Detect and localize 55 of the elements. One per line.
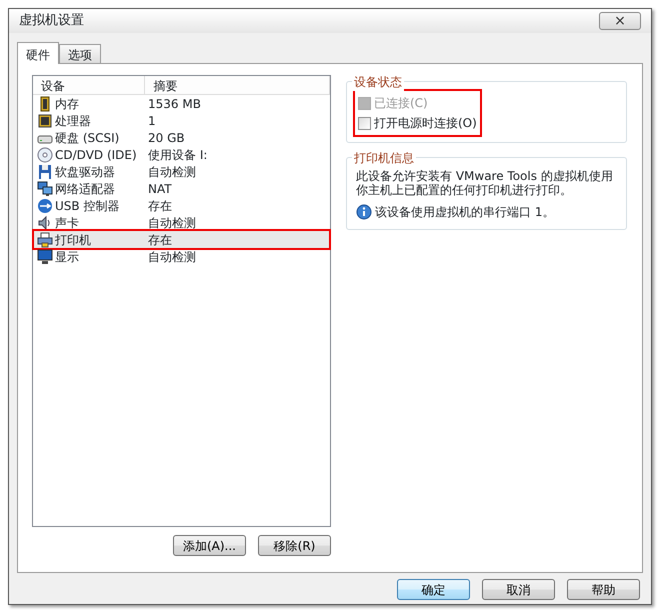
- info-note: 该设备使用虚拟机的串行端口 1。: [375, 204, 554, 221]
- device-summary: 存在: [147, 232, 172, 248]
- device-row[interactable]: 声卡 自动检测: [34, 214, 329, 231]
- group-title: 设备状态: [352, 73, 404, 91]
- info-icon: [356, 204, 372, 220]
- device-name: 硬盘 (SCSI): [55, 130, 120, 146]
- device-name: CD/DVD (IDE): [55, 146, 137, 164]
- device-row[interactable]: 处理器 1: [34, 112, 329, 129]
- device-summary: NAT: [147, 180, 172, 198]
- display-icon: [37, 248, 53, 264]
- device-row[interactable]: 内存 1536 MB: [34, 95, 329, 112]
- device-row[interactable]: 显示 自动检测: [34, 248, 329, 265]
- device-name: 声卡: [55, 214, 79, 232]
- device-name: 显示: [55, 248, 79, 266]
- dialog-button[interactable]: 取消: [482, 579, 555, 600]
- list-button[interactable]: 移除(R): [258, 535, 331, 556]
- device-summary: 自动检测: [147, 248, 196, 266]
- checkbox-label: 已连接(C): [374, 95, 428, 112]
- checkbox-label: 打开电源时连接(O): [374, 115, 477, 132]
- device-row[interactable]: 打印机 存在: [34, 231, 329, 248]
- column-header[interactable]: 摘要: [145, 76, 330, 94]
- device-row[interactable]: USB 控制器 存在: [34, 197, 329, 214]
- device-summary: 存在: [147, 198, 172, 214]
- device-summary: 1536 MB: [147, 96, 201, 112]
- cd-icon: [37, 146, 53, 162]
- checkbox[interactable]: [358, 116, 371, 130]
- device-summary: 1: [147, 112, 156, 130]
- tab[interactable]: 选项: [59, 44, 101, 63]
- device-row[interactable]: 软盘驱动器 自动检测: [34, 163, 329, 180]
- group-title: 打印机信息: [352, 149, 416, 167]
- floppy-icon: [37, 164, 53, 180]
- printer-icon: [37, 232, 53, 248]
- device-summary: 20 GB: [147, 130, 185, 146]
- network-icon: [37, 180, 53, 196]
- device-name: 打印机: [55, 232, 91, 248]
- close-button[interactable]: ×: [599, 12, 641, 30]
- dialog-button[interactable]: 确定: [397, 579, 470, 600]
- list-button[interactable]: 添加(A)...: [173, 535, 246, 556]
- device-name: 软盘驱动器: [55, 164, 115, 180]
- device-row[interactable]: 硬盘 (SCSI) 20 GB: [34, 129, 329, 146]
- device-name: USB 控制器: [55, 198, 120, 214]
- device-name: 内存: [55, 96, 79, 112]
- info-text: 此设备允许安装有 VMware Tools 的虚拟机使用你主机上已配置的任何打印机进行打印。: [356, 169, 614, 197]
- tab[interactable]: 硬件: [17, 42, 59, 64]
- window-title: 虚拟机设置: [19, 12, 84, 30]
- device-summary: 自动检测: [147, 164, 196, 180]
- device-row[interactable]: CD/DVD (IDE) 使用设备 I:: [34, 146, 329, 163]
- device-row[interactable]: 网络适配器 NAT: [34, 180, 329, 197]
- device-name: 处理器: [55, 112, 91, 130]
- cpu-icon: [37, 112, 53, 128]
- device-name: 网络适配器: [55, 180, 115, 198]
- dialog-button[interactable]: 帮助: [567, 579, 640, 600]
- column-header[interactable]: 设备: [33, 76, 146, 94]
- device-summary: 自动检测: [147, 214, 196, 232]
- device-summary: 使用设备 I:: [147, 146, 208, 164]
